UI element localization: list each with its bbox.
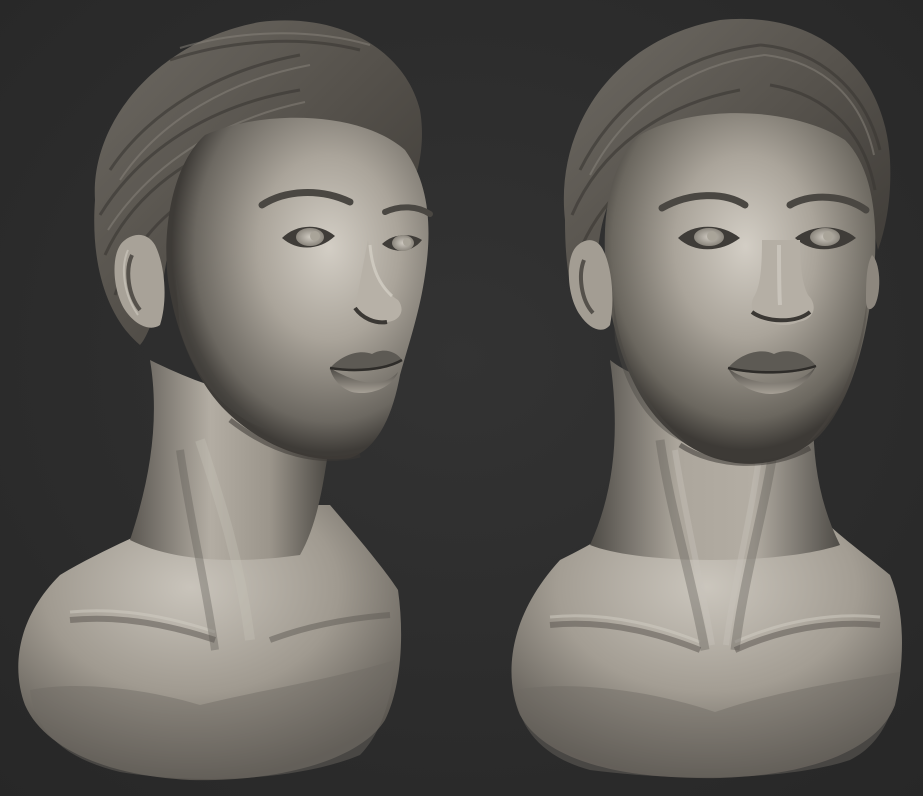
sculpt-render — [0, 0, 923, 796]
sculpt-viewport[interactable] — [0, 0, 923, 796]
